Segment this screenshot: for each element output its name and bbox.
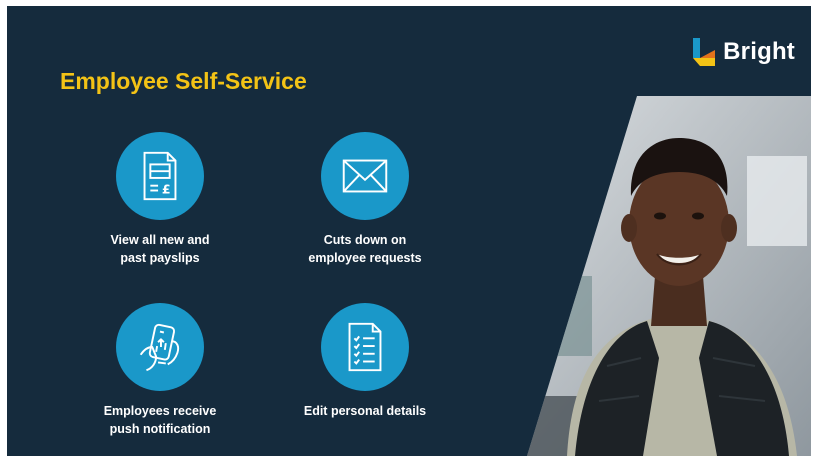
feature-payslips: £ View all new and past payslips <box>65 132 255 267</box>
svg-text:£: £ <box>162 181 171 196</box>
checklist-document-icon <box>348 322 382 372</box>
feature-label: Employees receive push notification <box>103 404 217 436</box>
bright-logo-icon <box>693 38 716 66</box>
bright-logo: Bright <box>691 36 795 68</box>
page-title: Employee Self-Service <box>60 68 307 94</box>
payslip-icon: £ <box>143 151 177 201</box>
slide: Bright Employee Self-Service £ View all … <box>7 6 811 456</box>
feature-label: Edit personal details <box>303 404 427 418</box>
feature-icon-circle <box>321 132 409 220</box>
feature-personal-details: Edit personal details <box>270 303 460 420</box>
feature-notifications: Employees receive push notification <box>65 303 255 438</box>
envelope-icon <box>342 159 388 193</box>
feature-requests: Cuts down on employee requests <box>270 132 460 267</box>
phone-notification-icon <box>139 323 180 372</box>
feature-label: Cuts down on employee requests <box>308 233 422 265</box>
feature-icon-circle <box>321 303 409 391</box>
feature-label: View all new and past payslips <box>110 233 210 265</box>
feature-icon-circle: £ <box>116 132 204 220</box>
brand-name: Bright <box>723 38 795 65</box>
feature-icon-circle <box>116 303 204 391</box>
employee-photo <box>527 96 811 456</box>
